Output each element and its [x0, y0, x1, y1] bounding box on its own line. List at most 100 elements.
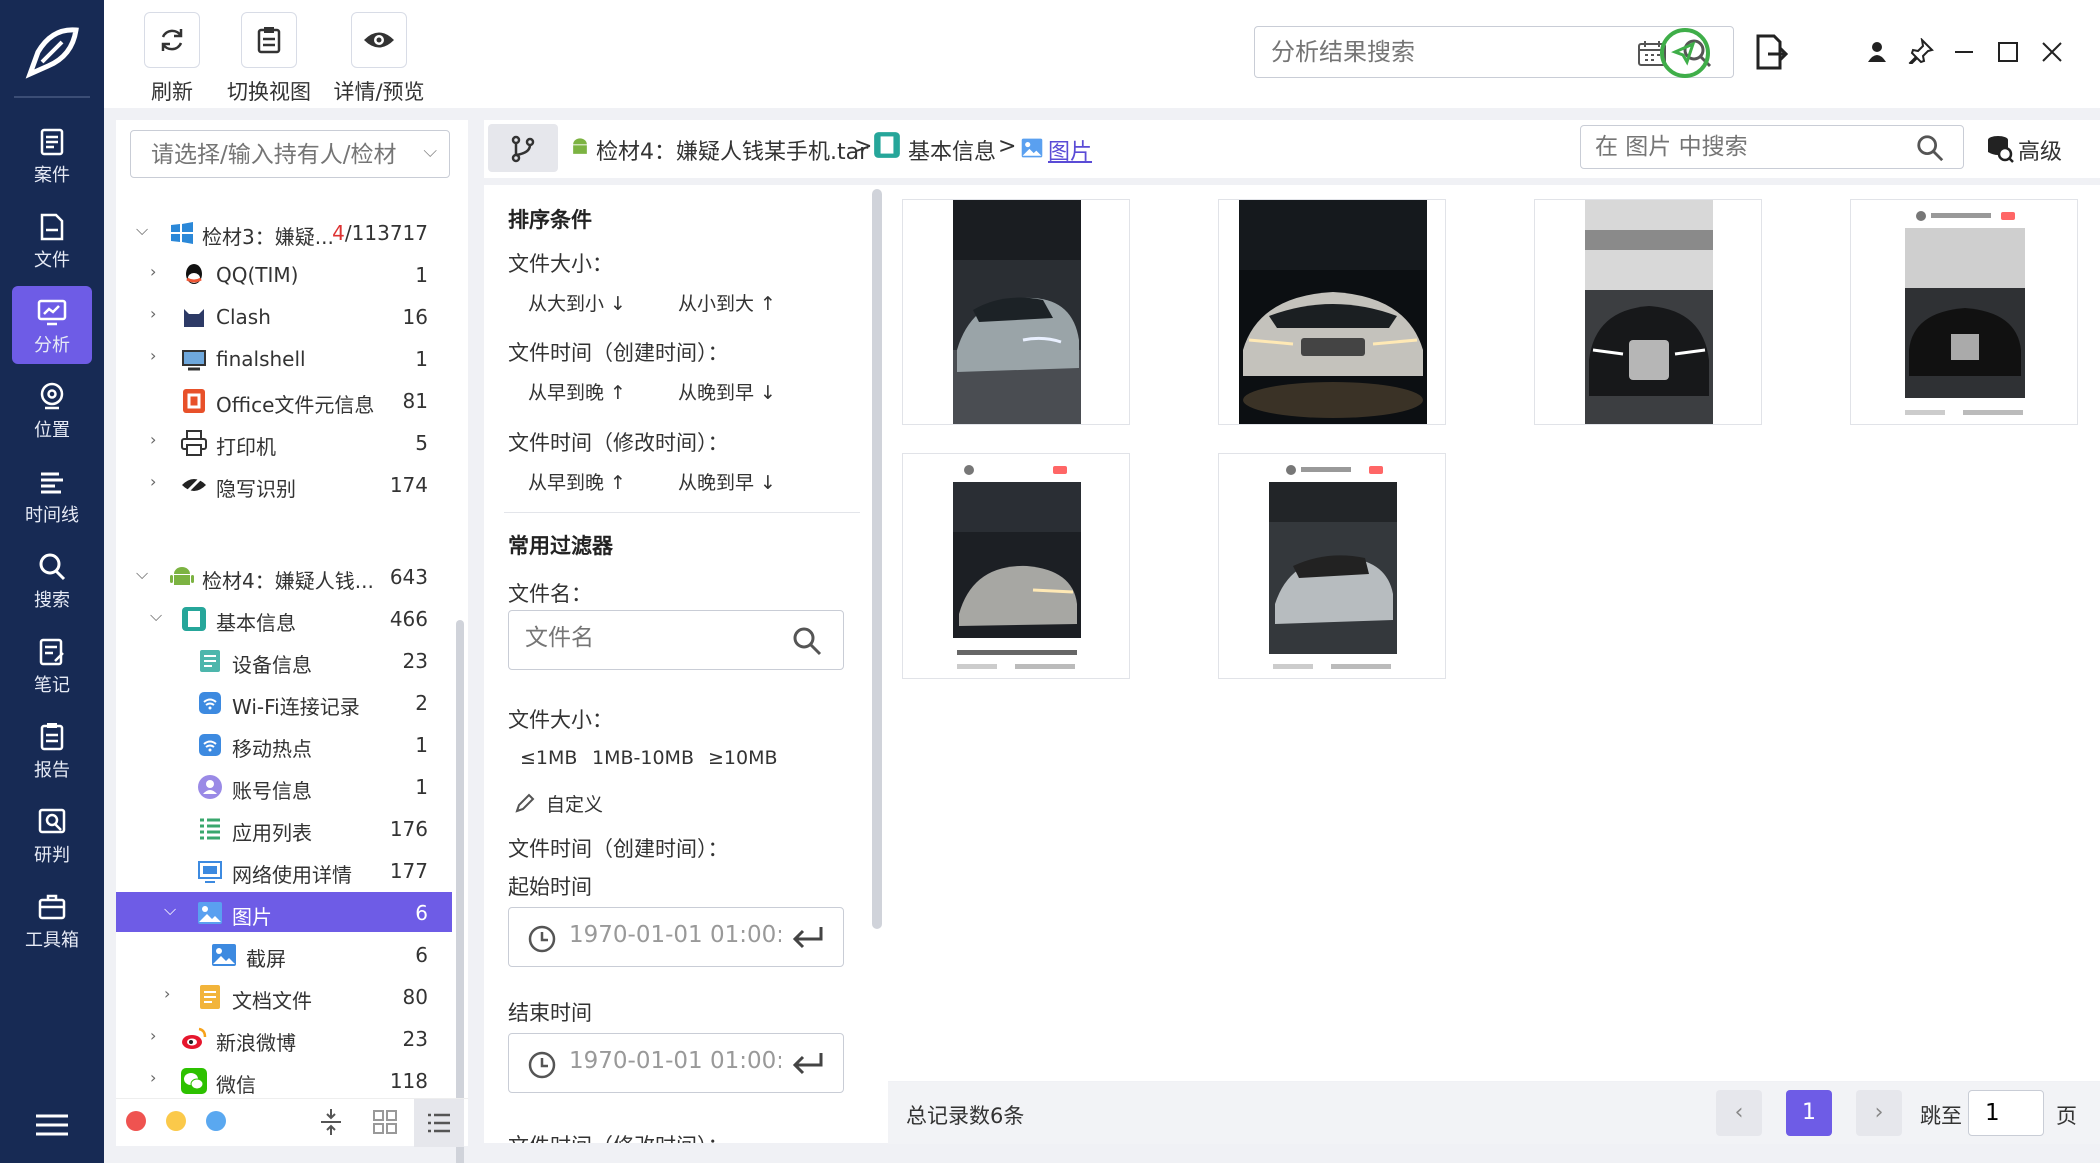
tree-node-device-info[interactable]: 设备信息 23 — [116, 640, 452, 680]
tree-node-screenshots[interactable]: 截屏 6 — [116, 934, 452, 974]
filter-scrollbar[interactable] — [872, 189, 882, 929]
size-filter-option[interactable]: ≤1MB — [520, 747, 577, 769]
chevron-right-icon[interactable]: › — [150, 346, 172, 368]
tree-node-clash[interactable]: › Clash 16 — [116, 296, 452, 336]
panel-search-box[interactable] — [1580, 125, 1964, 169]
prev-page-button[interactable]: ‹ — [1716, 1090, 1762, 1136]
image-thumbnail[interactable] — [1850, 199, 2078, 425]
collapse-all-icon[interactable] — [318, 1107, 344, 1137]
tree-node-weibo[interactable]: › 新浪微博 23 — [116, 1018, 452, 1058]
minimize-icon[interactable] — [1952, 40, 1976, 64]
tree-node-images[interactable]: ⌵ 图片 6 — [116, 892, 452, 932]
tree-node-finalshell[interactable]: › finalshell 1 — [116, 338, 452, 378]
export-icon[interactable] — [1754, 34, 1788, 70]
grid-view-icon[interactable] — [372, 1109, 398, 1135]
sort-ctime-asc-option[interactable]: 从早到晚 ↑ — [528, 378, 626, 405]
tree-node-app-list[interactable]: 应用列表 176 — [116, 808, 452, 848]
breadcrumb-current[interactable]: 图片 — [1048, 134, 1092, 166]
chevron-down-icon[interactable]: ⌵ — [164, 900, 186, 922]
panel-search-input[interactable] — [1595, 134, 1895, 160]
filename-input[interactable] — [525, 625, 765, 651]
nav-item-timeline[interactable]: 时间线 — [12, 456, 92, 534]
chevron-down-icon[interactable]: ⌵ — [136, 564, 158, 586]
end-time-input[interactable] — [569, 1048, 781, 1074]
tree-node-basic-info[interactable]: ⌵ 基本信息 466 — [116, 598, 452, 638]
tree-node-stego[interactable]: › 隐写识别 174 — [116, 464, 452, 504]
yellow-tag-icon[interactable] — [166, 1111, 186, 1131]
start-time-field[interactable] — [508, 907, 844, 967]
tree-node-printer[interactable]: › 打印机 5 — [116, 422, 452, 462]
holder-select[interactable]: ⌵ — [130, 130, 450, 178]
maximize-icon[interactable] — [1996, 40, 2020, 64]
chevron-down-icon[interactable]: ⌵ — [150, 606, 172, 628]
image-thumbnail[interactable] — [902, 453, 1130, 679]
end-time-field[interactable] — [508, 1033, 844, 1093]
image-thumbnail[interactable] — [1534, 199, 1762, 425]
chevron-down-icon[interactable]: ⌵ — [136, 220, 158, 242]
tree-node-network-usage[interactable]: 网络使用详情 177 — [116, 850, 452, 890]
sort-ctime-desc-option[interactable]: 从晚到早 ↓ — [678, 378, 776, 405]
nav-item-judge[interactable]: 研判 — [12, 796, 92, 874]
tree-node-wechat[interactable]: › 微信 118 — [116, 1060, 452, 1100]
image-thumbnail[interactable] — [1218, 453, 1446, 679]
list-view-button[interactable] — [414, 1099, 464, 1147]
filename-field[interactable] — [508, 610, 844, 670]
chevron-right-icon[interactable]: › — [150, 304, 172, 326]
image-thumbnail[interactable] — [1218, 199, 1446, 425]
tree-node-documents[interactable]: › 文档文件 80 — [116, 976, 452, 1016]
nav-item-toolbox[interactable]: 工具箱 — [12, 881, 92, 959]
nav-item-case[interactable]: 案件 — [12, 116, 92, 194]
red-tag-icon[interactable] — [126, 1111, 146, 1131]
jump-page-input[interactable] — [1968, 1090, 2044, 1136]
breadcrumb-source[interactable]: 检材4：嫌疑人钱某手机.tar — [596, 134, 868, 166]
branch-toggle-button[interactable] — [488, 124, 558, 172]
size-filter-option[interactable]: 1MB-10MB — [592, 747, 694, 769]
chevron-right-icon[interactable]: › — [150, 472, 172, 494]
pin-icon[interactable] — [1908, 38, 1934, 64]
chevron-right-icon[interactable]: › — [150, 1026, 172, 1048]
sort-size-desc-option[interactable]: 从大到小 ↓ — [528, 289, 626, 316]
refresh-button[interactable]: 刷新 — [132, 12, 212, 106]
chevron-right-icon[interactable]: › — [150, 1068, 172, 1090]
nav-item-report[interactable]: 报告 — [12, 711, 92, 789]
tree-node-evidence3[interactable]: ⌵ 检材3：嫌疑... 4/113717 — [116, 212, 452, 252]
enter-icon[interactable] — [791, 924, 825, 950]
chevron-right-icon[interactable]: › — [150, 262, 172, 284]
nav-item-location[interactable]: 位置 — [12, 371, 92, 449]
page-number-button[interactable]: 1 — [1786, 1090, 1832, 1136]
tree-scrollbar[interactable] — [456, 620, 464, 1163]
sort-mtime-asc-option[interactable]: 从早到晚 ↑ — [528, 468, 626, 495]
close-icon[interactable] — [2040, 40, 2064, 64]
custom-size-option[interactable]: 自定义 — [546, 790, 603, 817]
nav-item-note[interactable]: 笔记 — [12, 626, 92, 704]
nav-item-file[interactable]: 文件 — [12, 201, 92, 279]
switch-view-button[interactable]: 切换视图 — [214, 12, 324, 106]
hamburger-menu-icon[interactable] — [34, 1110, 70, 1140]
start-time-input[interactable] — [569, 922, 781, 948]
chevron-right-icon[interactable]: › — [150, 430, 172, 452]
tree-node-account[interactable]: 账号信息 1 — [116, 766, 452, 806]
size-filter-option[interactable]: ≥10MB — [708, 747, 778, 769]
tree-node-qq[interactable]: › QQ(TIM) 1 — [116, 254, 452, 294]
status-shield-icon[interactable] — [1658, 26, 1712, 80]
blue-tag-icon[interactable] — [206, 1111, 226, 1131]
chevron-right-icon[interactable]: › — [164, 984, 186, 1006]
advanced-search-button[interactable]: 高级 — [2018, 134, 2062, 166]
tree-node-hotspot[interactable]: 移动热点 1 — [116, 724, 452, 764]
search-icon[interactable] — [791, 625, 823, 657]
details-preview-button[interactable]: 详情/预览 — [318, 12, 440, 106]
sort-size-asc-option[interactable]: 从小到大 ↑ — [678, 289, 776, 316]
nav-item-analysis[interactable]: 分析 — [12, 286, 92, 364]
tree-node-office[interactable]: Office文件元信息 81 — [116, 380, 452, 420]
enter-icon[interactable] — [791, 1050, 825, 1076]
breadcrumb-category[interactable]: 基本信息 — [908, 134, 996, 166]
tree-node-wifi[interactable]: Wi-Fi连接记录 2 — [116, 682, 452, 722]
user-icon[interactable] — [1866, 40, 1888, 64]
holder-select-input[interactable] — [151, 142, 411, 168]
nav-item-search[interactable]: 搜索 — [12, 541, 92, 619]
image-thumbnail[interactable] — [902, 199, 1130, 425]
chevron-down-icon[interactable]: ⌵ — [423, 141, 437, 162]
global-search-input[interactable] — [1271, 38, 1621, 66]
search-icon[interactable] — [1915, 133, 1945, 163]
sort-mtime-desc-option[interactable]: 从晚到早 ↓ — [678, 468, 776, 495]
